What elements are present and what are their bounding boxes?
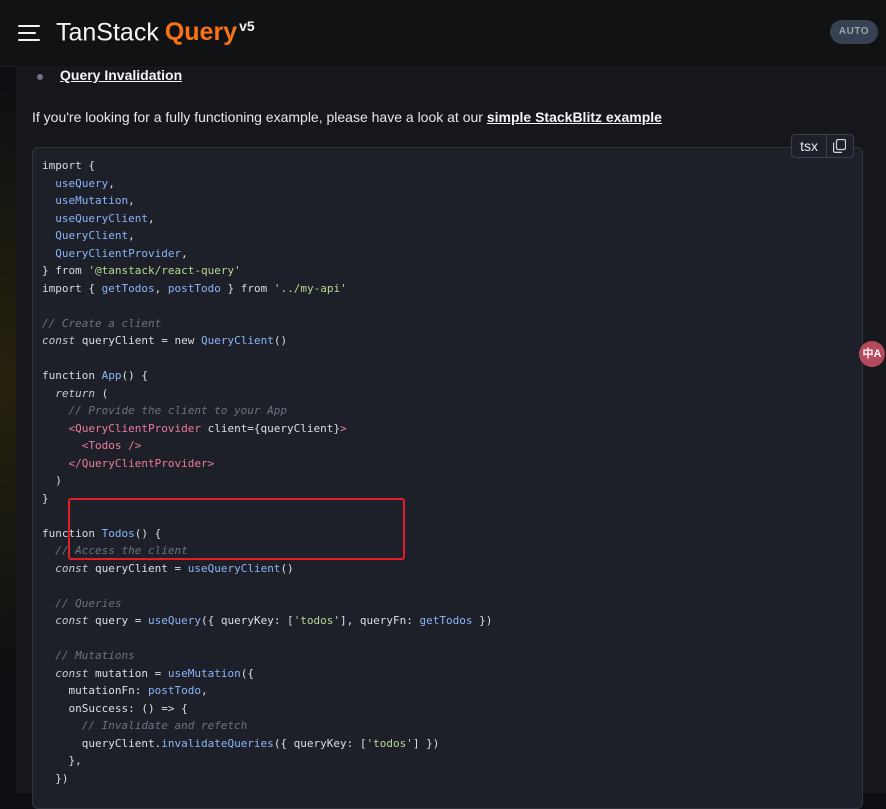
code-line: const query = useQuery({ queryKey: ['tod…: [55, 614, 493, 627]
code-line: useQueryClient,: [55, 211, 155, 225]
code-line: // Queries: [42, 596, 122, 610]
code-line: function App() {: [42, 369, 148, 382]
copy-icon: [833, 139, 846, 153]
brand-name: TanStack: [56, 18, 159, 47]
brand-logo[interactable]: TanStack Query v5: [56, 18, 255, 47]
brand-product: Query: [164, 18, 238, 47]
code-line: import {: [42, 159, 95, 172]
translate-icon[interactable]: 中A: [859, 341, 885, 367]
bullet-point: [37, 74, 43, 80]
code-line: function Todos() {: [42, 526, 162, 540]
hamburger-menu-icon[interactable]: [18, 25, 40, 41]
code-toolbar: tsx: [791, 134, 854, 158]
doc-content: Query Invalidation If you're looking for…: [16, 66, 886, 809]
code-block: tsx import { useQuery, useMutation, useQ…: [32, 134, 863, 809]
code-line: // Mutations: [42, 649, 135, 662]
code-line: import { getTodos, postTodo } from '../m…: [42, 281, 347, 295]
code-line: QueryClient,: [55, 229, 135, 242]
code-line: } from '@tanstack/react-query': [42, 264, 241, 277]
code-line: // Access the client: [42, 544, 188, 557]
code-line: // Provide the client to your App: [42, 404, 288, 417]
stackblitz-example-link[interactable]: simple StackBlitz example: [487, 109, 662, 125]
intro-paragraph: If you're looking for a fully functionin…: [32, 109, 662, 125]
code-line: QueryClientProvider,: [55, 246, 188, 260]
code-line: mutationFn: postTodo,: [42, 684, 208, 697]
code-line: }: [42, 491, 49, 505]
code-line: const mutation = useMutation({: [55, 666, 254, 680]
code-line: // Create a client: [42, 316, 162, 330]
code-line: },: [42, 754, 82, 767]
code-line: return (: [55, 386, 109, 400]
code-line: queryClient.invalidateQueries({ queryKey…: [42, 736, 440, 750]
code-line: useQuery,: [55, 176, 115, 190]
code-language-label: tsx: [800, 138, 818, 154]
brand-version: v5: [239, 18, 255, 34]
code-line: const queryClient = useQueryClient(): [55, 561, 294, 575]
code-line: useMutation,: [55, 194, 135, 207]
code-line: </QueryClientProvider>: [68, 456, 215, 470]
code-line: onSuccess: () => {: [42, 701, 188, 715]
code-line: const queryClient = new QueryClient(): [42, 334, 288, 347]
code-line: <QueryClientProvider client={queryClient…: [68, 421, 347, 435]
code-content: import { useQuery, useMutation, useQuery…: [42, 157, 492, 787]
copy-code-button[interactable]: [826, 135, 853, 157]
code-line: ): [42, 474, 62, 487]
code-line: // Invalidate and refetch: [42, 719, 248, 732]
intro-text: If you're looking for a fully functionin…: [32, 109, 487, 125]
code-line: <Todos />: [81, 439, 142, 452]
site-header: TanStack Query v5 AUTO: [0, 0, 886, 67]
theme-toggle-button[interactable]: AUTO: [830, 20, 878, 44]
code-line: }): [42, 771, 69, 785]
query-invalidation-link[interactable]: Query Invalidation: [60, 67, 182, 83]
